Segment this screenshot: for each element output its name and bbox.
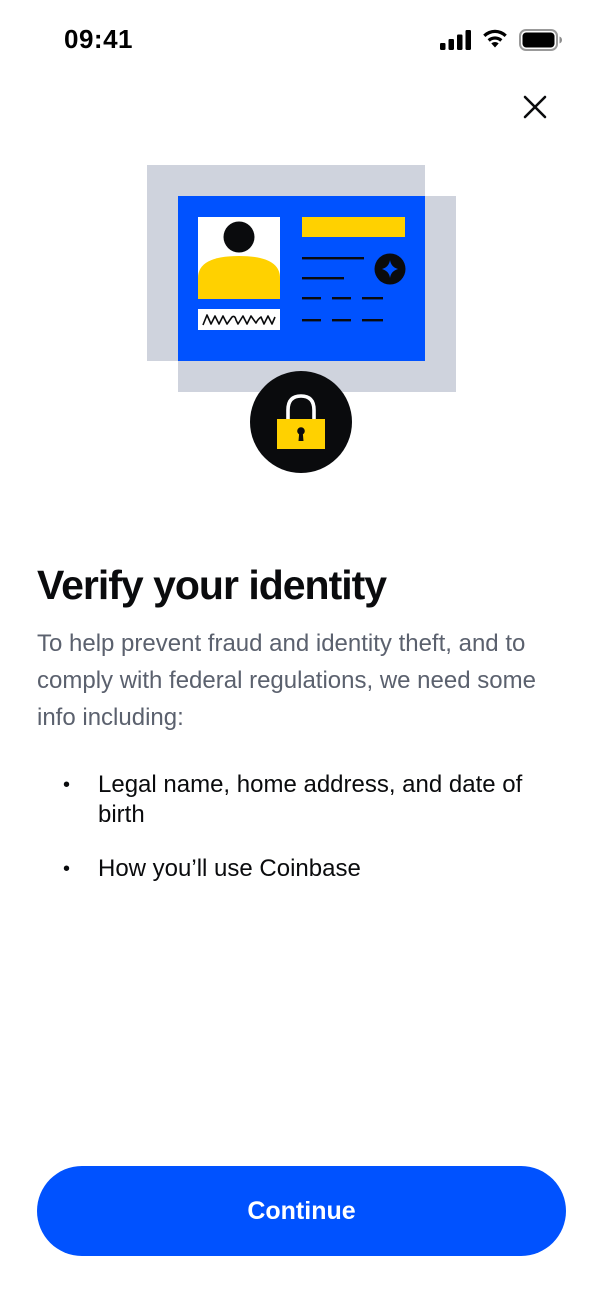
id-card-icon <box>178 196 425 361</box>
identity-card-illustration <box>147 165 456 473</box>
badge-icon <box>374 253 406 285</box>
status-bar: 09:41 <box>0 0 603 80</box>
page-title: Verify your identity <box>37 562 387 608</box>
close-icon <box>523 95 547 119</box>
signature-icon <box>198 309 280 330</box>
list-item-text: How you’ll use Coinbase <box>98 855 361 882</box>
bullet: • <box>63 858 71 880</box>
list-item-text: Legal name, home address, and date of bi… <box>98 771 523 828</box>
close-button[interactable] <box>512 84 558 130</box>
required-info-list: • Legal name, home address, and date of … <box>37 770 567 908</box>
list-item: • How you’ll use Coinbase <box>37 854 567 884</box>
battery-icon <box>519 29 562 51</box>
description-text: To help prevent fraud and identity theft… <box>37 630 536 731</box>
avatar-icon <box>198 217 280 299</box>
status-time: 09:41 <box>64 24 133 54</box>
cellular-signal-icon <box>440 30 471 50</box>
continue-button[interactable]: Continue <box>37 1166 566 1256</box>
padlock-icon <box>250 371 352 473</box>
bullet: • <box>63 774 71 796</box>
list-item: • Legal name, home address, and date of … <box>37 770 567 830</box>
wifi-icon <box>483 29 507 48</box>
